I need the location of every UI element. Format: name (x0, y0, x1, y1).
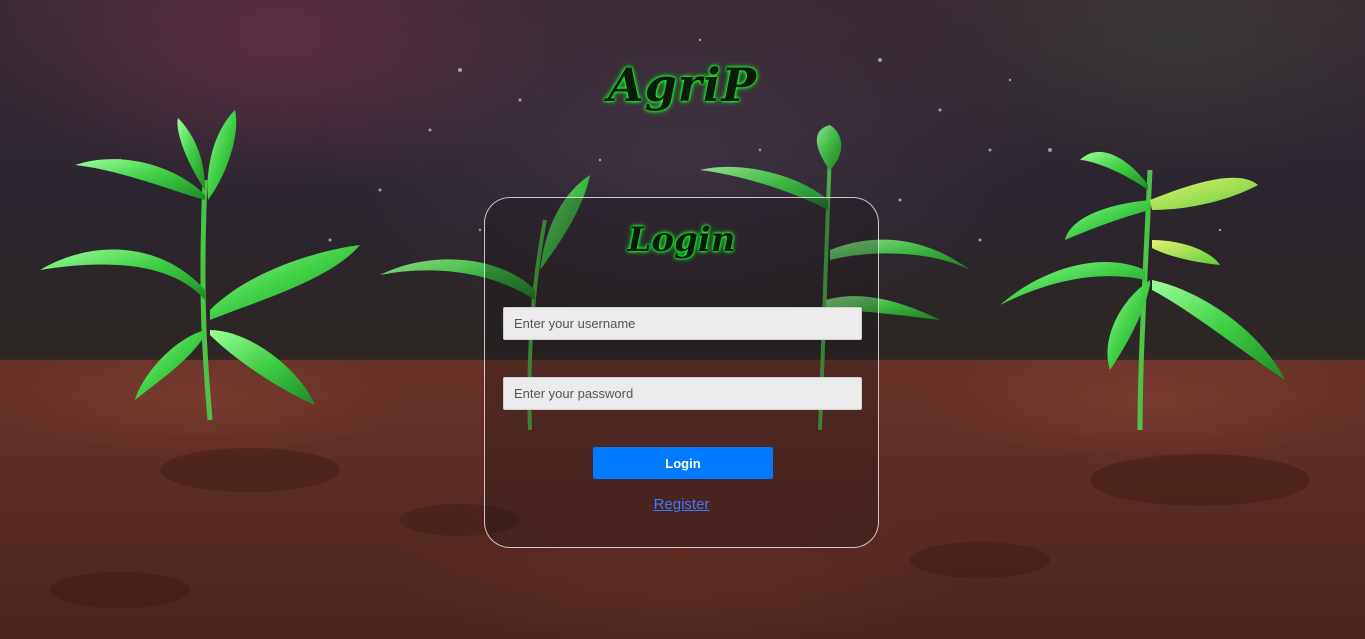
login-title: Login (627, 220, 736, 260)
register-link[interactable]: Register (485, 496, 878, 513)
login-button[interactable]: Login (593, 447, 773, 479)
login-card: Login Login Register (484, 197, 879, 548)
username-input[interactable] (503, 307, 862, 340)
password-input[interactable] (503, 377, 862, 410)
login-page: AgriP Login Login Register (0, 0, 1365, 639)
app-logo: AgriP (607, 58, 758, 112)
